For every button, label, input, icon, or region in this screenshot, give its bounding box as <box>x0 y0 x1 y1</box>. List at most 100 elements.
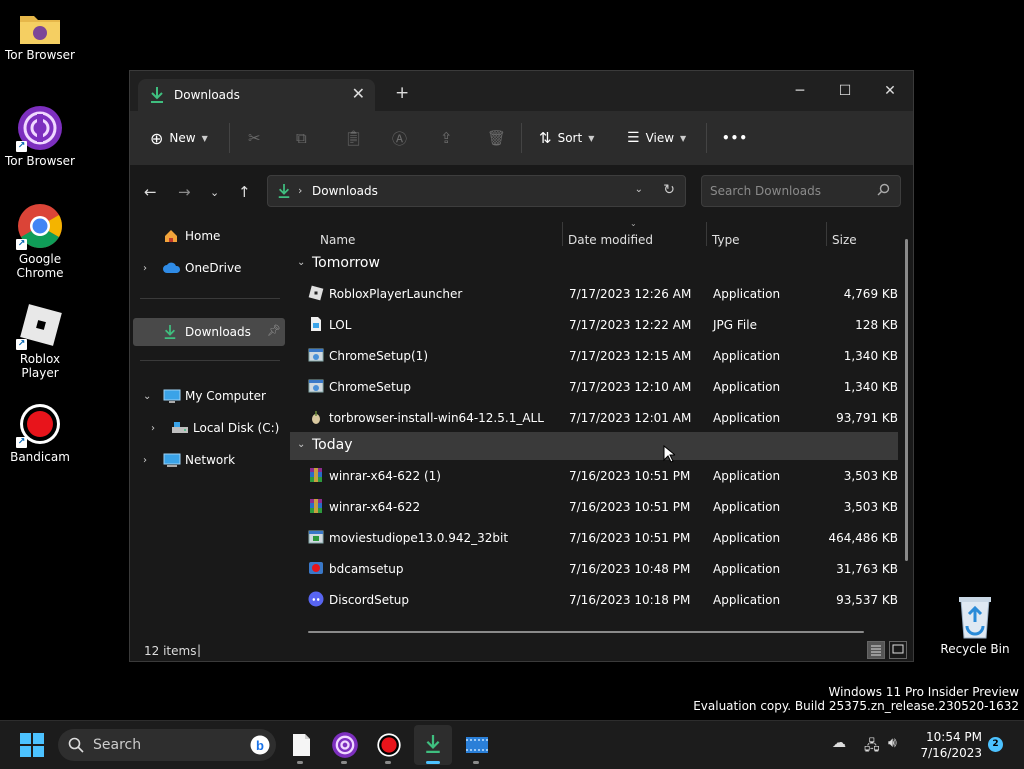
close-window-icon[interactable]: ✕ <box>867 77 913 105</box>
details-view-button[interactable] <box>867 641 885 659</box>
onedrive-offline-icon[interactable]: ☁︎ <box>832 735 846 751</box>
group-header-tomorrow[interactable]: ⌄ Tomorrow <box>290 250 898 278</box>
nav-item-network[interactable]: › Network <box>133 446 285 474</box>
desktop-icon-tor-browser[interactable]: ↗ Tor Browser <box>0 104 80 168</box>
cut-button[interactable]: ✂ <box>248 127 261 149</box>
file-row[interactable]: RobloxPlayerLauncher 7/17/2023 12:26 AM … <box>290 278 898 309</box>
nav-item-onedrive[interactable]: › OneDrive <box>133 254 285 282</box>
forward-arrow-icon[interactable]: → <box>178 183 191 201</box>
watermark-line-2: Evaluation copy. Build 25375.zn_release.… <box>693 699 1019 713</box>
up-arrow-icon[interactable]: ↑ <box>238 183 251 201</box>
file-name: DiscordSetup <box>329 593 410 607</box>
folder-tor-icon <box>18 10 62 46</box>
desktop-icon-label: Recycle Bin <box>940 642 1010 656</box>
close-tab-icon[interactable]: ✕ <box>352 84 365 103</box>
svg-text:b: b <box>256 738 264 753</box>
address-bar[interactable]: › Downloads ⌄ ↻ <box>267 175 686 207</box>
winrar-icon <box>310 499 322 513</box>
column-header-date[interactable]: Date modified <box>568 233 653 247</box>
horizontal-scrollbar[interactable] <box>308 631 864 633</box>
file-row[interactable]: ChromeSetup 7/17/2023 12:10 AM Applicati… <box>290 371 898 402</box>
taskbar-app-movie-studio[interactable] <box>463 731 491 764</box>
column-header-size[interactable]: Size <box>832 233 857 247</box>
nav-item-home[interactable]: Home <box>133 222 285 250</box>
rename-button[interactable]: Ⓐ <box>392 127 407 149</box>
volume-icon[interactable]: 🔊︎ <box>888 735 897 751</box>
paste-button[interactable]: 📋︎ <box>344 127 363 149</box>
share-button[interactable]: ⇪ <box>440 127 453 149</box>
nav-label: OneDrive <box>185 261 242 275</box>
chevron-down-icon[interactable]: ⌄ <box>143 391 151 402</box>
clock[interactable]: 10:54 PM 7/16/2023 <box>912 729 982 761</box>
chevron-right-icon[interactable]: › <box>143 263 147 274</box>
desktop-icon-chrome[interactable]: ↗ Google Chrome <box>0 202 80 280</box>
notification-badge[interactable]: 2 <box>988 737 1003 752</box>
column-header-type[interactable]: Type <box>712 233 740 247</box>
desktop-icon-roblox[interactable]: ↗ Roblox Player <box>0 302 80 380</box>
tiles-view-button[interactable] <box>889 641 907 659</box>
group-header-today[interactable]: ⌄ Today <box>290 432 898 460</box>
bandicam-icon: ↗ <box>16 400 64 448</box>
maximize-icon[interactable]: ☐ <box>822 77 868 105</box>
file-name: winrar-x64-622 <box>329 500 421 514</box>
roblox-file-icon <box>308 285 324 301</box>
computer-icon <box>163 389 181 407</box>
breadcrumb[interactable]: Downloads <box>312 184 378 198</box>
chevron-down-icon: ▼ <box>588 133 595 143</box>
shortcut-arrow-icon: ↗ <box>16 339 27 350</box>
tab-downloads[interactable]: Downloads ✕ <box>138 79 375 111</box>
view-button[interactable]: ☰ View ▼ <box>627 127 686 149</box>
vertical-scrollbar[interactable] <box>905 239 908 561</box>
chevron-right-icon[interactable]: › <box>151 423 155 434</box>
network-icon[interactable]: 🖧︎ <box>864 735 880 759</box>
copy-button[interactable]: ⧉ <box>296 127 307 149</box>
file-row[interactable]: bdcamsetup 7/16/2023 10:48 PM Applicatio… <box>290 553 898 584</box>
file-type: Application <box>713 500 781 514</box>
chevron-down-icon[interactable]: ⌄ <box>635 184 643 195</box>
taskbar-search[interactable]: Search b <box>58 729 276 761</box>
file-type: Application <box>713 287 781 301</box>
new-button[interactable]: ⊕ New ▼ <box>150 127 208 149</box>
nav-item-local-disk[interactable]: › Local Disk (C:) <box>133 414 285 442</box>
installer-icon <box>308 530 324 544</box>
file-row[interactable]: DiscordSetup 7/16/2023 10:18 PM Applicat… <box>290 584 898 615</box>
taskbar-app-tor-browser[interactable] <box>331 731 359 764</box>
sort-button[interactable]: ⇅ Sort ▼ <box>539 127 594 149</box>
nav-item-downloads[interactable]: Downloads 📌︎ <box>133 318 285 346</box>
pin-icon[interactable]: 📌︎ <box>267 324 281 337</box>
start-button[interactable] <box>19 732 47 760</box>
back-arrow-icon[interactable]: ← <box>144 183 157 201</box>
file-row[interactable]: winrar-x64-622 (1) 7/16/2023 10:51 PM Ap… <box>290 460 898 491</box>
recent-locations-chevron-icon[interactable]: ⌄ <box>210 186 219 199</box>
taskbar-app-bandicam[interactable] <box>375 731 403 764</box>
more-options-button[interactable]: ••• <box>722 127 748 149</box>
nav-item-my-computer[interactable]: ⌄ My Computer <box>133 382 285 410</box>
new-tab-icon[interactable]: + <box>395 83 409 103</box>
desktop-icon-label: Roblox Player <box>19 352 61 380</box>
file-row[interactable]: moviestudiope13.0.942_32bit 7/16/2023 10… <box>290 522 898 553</box>
installer-icon <box>308 379 324 393</box>
chevron-right-icon[interactable]: › <box>143 455 147 466</box>
desktop-icon-bandicam[interactable]: ↗ Bandicam <box>0 400 80 464</box>
delete-button[interactable]: 🗑︎ <box>487 127 506 149</box>
file-row[interactable]: ChromeSetup(1) 7/17/2023 12:15 AM Applic… <box>290 340 898 371</box>
download-icon <box>426 735 440 753</box>
file-row[interactable]: torbrowser-install-win64-12.5.1_ALL 7/17… <box>290 402 898 433</box>
file-date: 7/17/2023 12:22 AM <box>569 318 692 332</box>
file-size: 128 KB <box>855 318 898 332</box>
new-label: New <box>169 131 196 145</box>
taskbar-app-file-explorer[interactable] <box>414 725 452 765</box>
refresh-icon[interactable]: ↻ <box>663 182 675 198</box>
taskbar-app-notepad[interactable] <box>287 731 315 764</box>
column-divider <box>562 222 563 246</box>
file-name: ChromeSetup <box>329 380 411 394</box>
desktop-icon-recycle-bin[interactable]: Recycle Bin <box>935 594 1015 656</box>
file-size: 4,769 KB <box>843 287 898 301</box>
status-separator: | <box>197 643 202 657</box>
column-header-name[interactable]: Name <box>320 233 355 247</box>
search-input[interactable]: Search Downloads <box>701 175 901 207</box>
minimize-icon[interactable]: ─ <box>777 77 823 105</box>
file-row[interactable]: winrar-x64-622 7/16/2023 10:51 PM Applic… <box>290 491 898 522</box>
file-row[interactable]: LOL 7/17/2023 12:22 AM JPG File 128 KB <box>290 309 898 340</box>
desktop-icon-tor-folder[interactable]: Tor Browser <box>0 10 80 62</box>
